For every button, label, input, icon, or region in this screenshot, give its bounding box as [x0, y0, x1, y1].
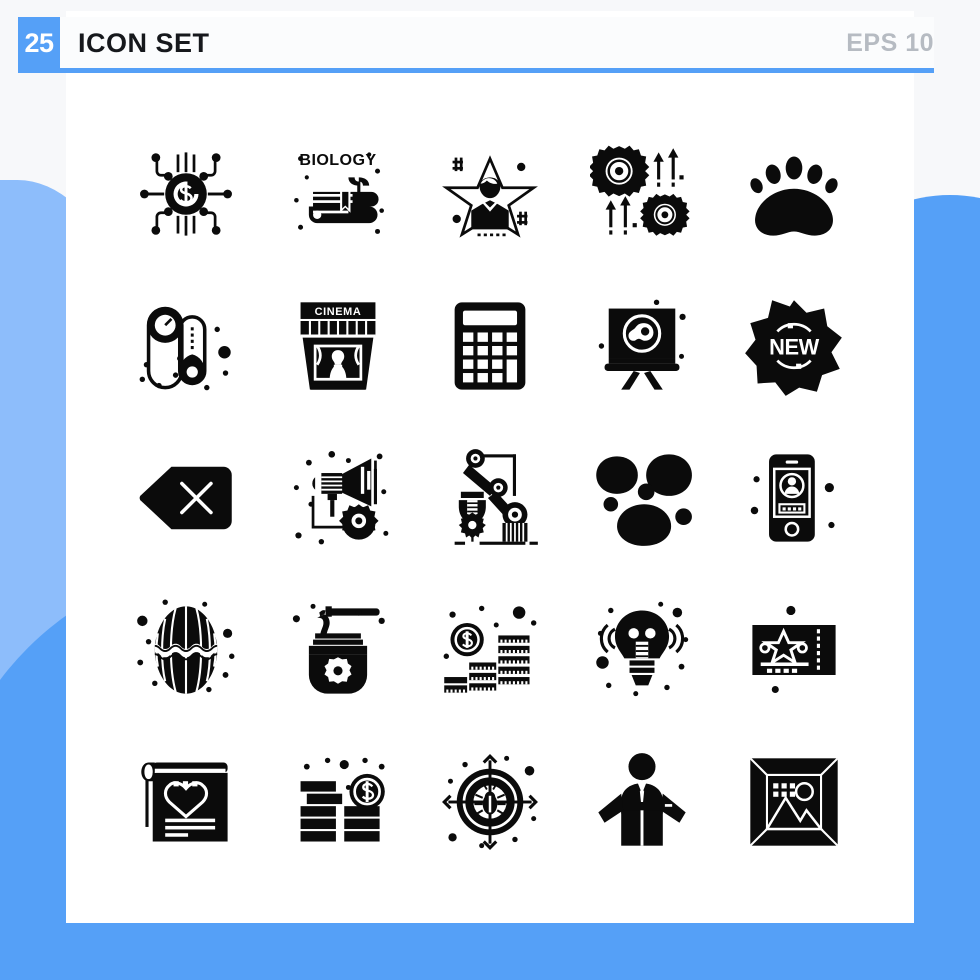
icon-cell-21[interactable]: [110, 726, 262, 878]
icon-grid: BIOLOGY CINEMA NEW: [110, 118, 870, 878]
icon-cell-8[interactable]: [414, 270, 566, 422]
star-employee-icon: [442, 155, 538, 238]
icon-cell-1[interactable]: [110, 118, 262, 270]
icon-cell-12[interactable]: [262, 422, 414, 574]
icon-cell-7[interactable]: CINEMA: [262, 270, 414, 422]
icon-cell-17[interactable]: [262, 574, 414, 726]
icon-cell-10[interactable]: NEW: [718, 270, 870, 422]
smart-bulb-icon: [596, 601, 689, 697]
icon-cell-18[interactable]: [414, 574, 566, 726]
icon-cell-19[interactable]: [566, 574, 718, 726]
thermometer-weather-icon: [139, 306, 231, 391]
stones-blobs-icon: [596, 454, 692, 546]
icon-cell-2[interactable]: BIOLOGY: [262, 118, 414, 270]
biology-book-icon: BIOLOGY: [294, 151, 384, 234]
backspace-delete-icon: [139, 466, 232, 530]
icon-cell-9[interactable]: [566, 270, 718, 422]
icon-cell-11[interactable]: [110, 422, 262, 574]
robotic-arm-icon: [454, 449, 538, 545]
love-letter-icon: [141, 762, 228, 842]
icon-cell-15[interactable]: [718, 422, 870, 574]
icon-cell-14[interactable]: [566, 422, 718, 574]
cinema-popcorn-icon: CINEMA: [300, 302, 376, 390]
money-coins-icon: [300, 757, 385, 842]
icon-count-badge: 25: [18, 17, 60, 70]
svg-text:BIOLOGY: BIOLOGY: [299, 151, 376, 169]
icon-cell-3[interactable]: [414, 118, 566, 270]
star-ticket-icon: [752, 605, 836, 694]
icon-cell-25[interactable]: [718, 726, 870, 878]
easel-presentation-icon: [598, 299, 686, 390]
businessman-icon: [598, 753, 686, 846]
bug-target-icon: [442, 754, 538, 850]
new-badge-icon: NEW: [745, 300, 842, 396]
header-divider: [18, 68, 934, 73]
coin-stacks-icon: [443, 605, 537, 693]
picture-frame-icon: [749, 757, 839, 847]
icon-cell-13[interactable]: [414, 422, 566, 574]
svg-text:CINEMA: CINEMA: [315, 306, 362, 318]
mobile-login-icon: [750, 454, 835, 542]
svg-text:NEW: NEW: [769, 334, 819, 359]
icon-cell-5[interactable]: [718, 118, 870, 270]
paw-print-icon: [750, 156, 838, 236]
icon-cell-23[interactable]: [414, 726, 566, 878]
easter-egg-icon: [137, 599, 235, 694]
icon-cell-16[interactable]: [110, 574, 262, 726]
page-title: ICON SET: [78, 28, 210, 58]
icon-cell-24[interactable]: [566, 726, 718, 878]
gears-growth-icon: [590, 145, 690, 236]
digital-money-network-icon: [140, 152, 232, 236]
megaphone-settings-icon: [293, 450, 389, 545]
icon-cell-4[interactable]: [566, 118, 718, 270]
poster-stage: 25 ICON SET EPS 10 BIOLOGY CINEMA NEW: [0, 0, 980, 980]
icon-cell-6[interactable]: [110, 270, 262, 422]
icon-cell-20[interactable]: [718, 574, 870, 726]
icon-cell-22[interactable]: [262, 726, 414, 878]
calculator-icon: [454, 302, 526, 390]
honey-jar-icon: [292, 603, 385, 694]
eps-format-label: EPS 10: [846, 29, 934, 57]
